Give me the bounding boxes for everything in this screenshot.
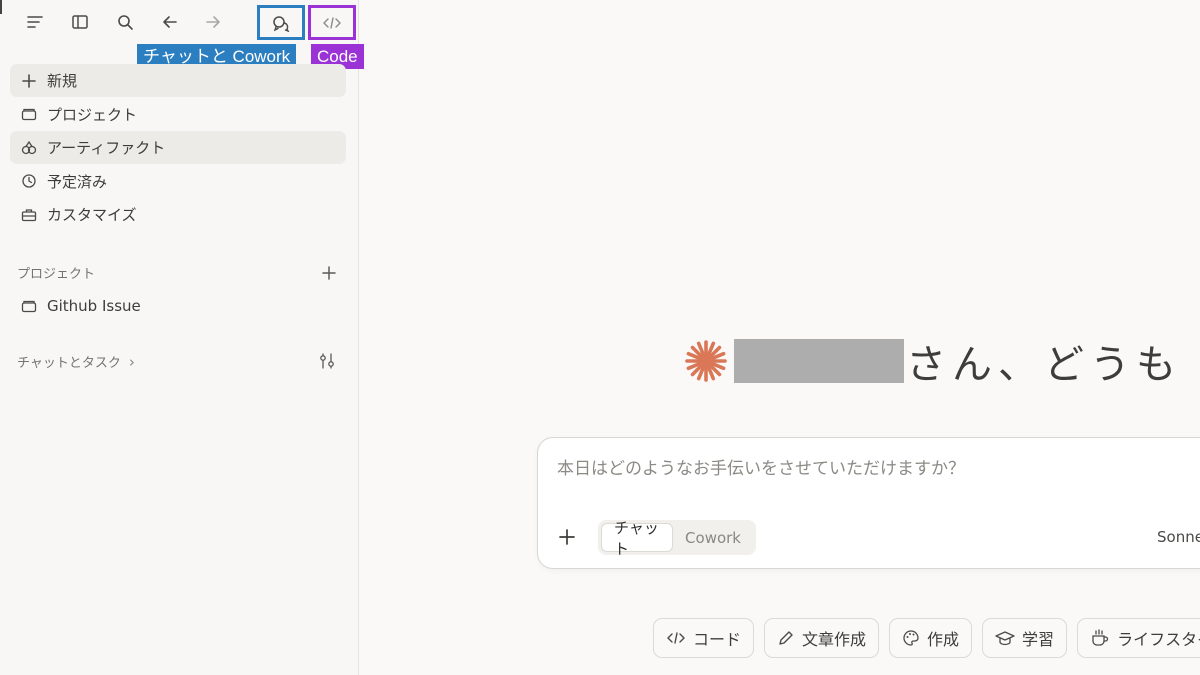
sidebar-item-projects[interactable]: プロジェクト	[10, 98, 346, 131]
message-input[interactable]	[557, 456, 1157, 482]
folder-icon	[20, 105, 38, 123]
mode-option-chat[interactable]: チャット	[601, 519, 674, 558]
pen-icon	[777, 629, 795, 647]
sidebar-item-label: プロジェクト	[47, 105, 138, 124]
folder-icon	[20, 297, 38, 315]
greeting-text: さん、どうも	[906, 342, 1182, 388]
sidebar-item-label: カスタマイズ	[47, 206, 137, 224]
sliders-icon	[320, 353, 334, 369]
model-selector[interactable]: Sonnet	[1157, 528, 1200, 546]
palette-icon	[902, 629, 920, 647]
coffee-icon	[1090, 629, 1110, 647]
chip-learn[interactable]: 学習	[982, 618, 1068, 658]
chat-bubbles-icon	[273, 15, 290, 32]
chip-label: 作成	[927, 630, 960, 649]
project-item-label: Github Issue	[47, 297, 141, 315]
add-project-button[interactable]	[322, 263, 336, 283]
claude-spark-icon	[685, 340, 727, 382]
clock-icon	[20, 172, 38, 190]
redacted-username	[734, 339, 904, 383]
chevron-right-icon: ›	[128, 352, 135, 371]
sidebar-nav: 新規 プロジェクト アーティファクト 予定済み カスタマイズ	[10, 64, 346, 232]
chip-label: 学習	[1022, 630, 1055, 649]
chip-code[interactable]: コード	[653, 618, 755, 658]
code-mode-button[interactable]	[308, 5, 356, 40]
sidebar-toggle-icon[interactable]	[67, 9, 93, 35]
code-icon	[323, 16, 341, 29]
sidebar-toolbar	[0, 0, 359, 44]
code-icon	[666, 630, 686, 646]
sidebar-item-customize[interactable]: カスタマイズ	[10, 198, 346, 231]
shapes-icon	[20, 139, 38, 157]
sidebar-item-label: 新規	[47, 72, 78, 90]
briefcase-icon	[20, 206, 38, 224]
sidebar-item-new[interactable]: 新規	[10, 64, 346, 97]
chip-label: コード	[693, 630, 742, 649]
mode-toggle: チャット Cowork	[598, 519, 756, 558]
plus-icon	[322, 266, 336, 280]
chats-heading-label: チャットとタスク	[17, 356, 121, 371]
greeting: さん、どうも	[684, 336, 1182, 388]
sidebar-item-label: 予定済み	[47, 172, 108, 191]
plus-icon	[20, 72, 38, 90]
forward-arrow-icon[interactable]	[200, 9, 226, 35]
mode-option-cowork[interactable]: Cowork	[673, 523, 753, 552]
chip-create[interactable]: 作成	[889, 618, 973, 658]
sidebar-item-label: アーティファクト	[47, 139, 166, 157]
suggestion-chips: コード 文章作成 作成 学習 ライフスタイル	[653, 618, 1200, 658]
menu-icon[interactable]	[22, 9, 48, 35]
projects-heading-label: プロジェクト	[17, 267, 96, 282]
graduation-cap-icon	[995, 629, 1015, 647]
chip-label: 文章作成	[802, 630, 867, 649]
add-attachment-button[interactable]	[556, 526, 578, 548]
sidebar-item-scheduled[interactable]: 予定済み	[10, 165, 346, 198]
search-icon[interactable]	[112, 9, 138, 35]
sidebar: チャットと Cowork Code 新規 プロジェクト アーティファクト 予定済…	[0, 0, 364, 675]
sidebar-item-artifacts[interactable]: アーティファクト	[10, 131, 346, 164]
chat-cowork-mode-button[interactable]	[257, 5, 305, 40]
chats-section-heading[interactable]: チャットとタスク ›	[17, 352, 135, 372]
chip-label: ライフスタイル	[1117, 630, 1200, 649]
message-composer: チャット Cowork Sonnet	[537, 437, 1200, 569]
project-item-github-issue[interactable]: Github Issue	[10, 290, 346, 322]
chip-lifestyle[interactable]: ライフスタイル	[1077, 618, 1200, 658]
filter-button[interactable]	[318, 352, 336, 373]
chip-writing[interactable]: 文章作成	[764, 618, 880, 658]
plus-icon	[559, 529, 575, 545]
projects-section-heading: プロジェクト	[17, 263, 95, 282]
back-arrow-icon[interactable]	[157, 9, 183, 35]
